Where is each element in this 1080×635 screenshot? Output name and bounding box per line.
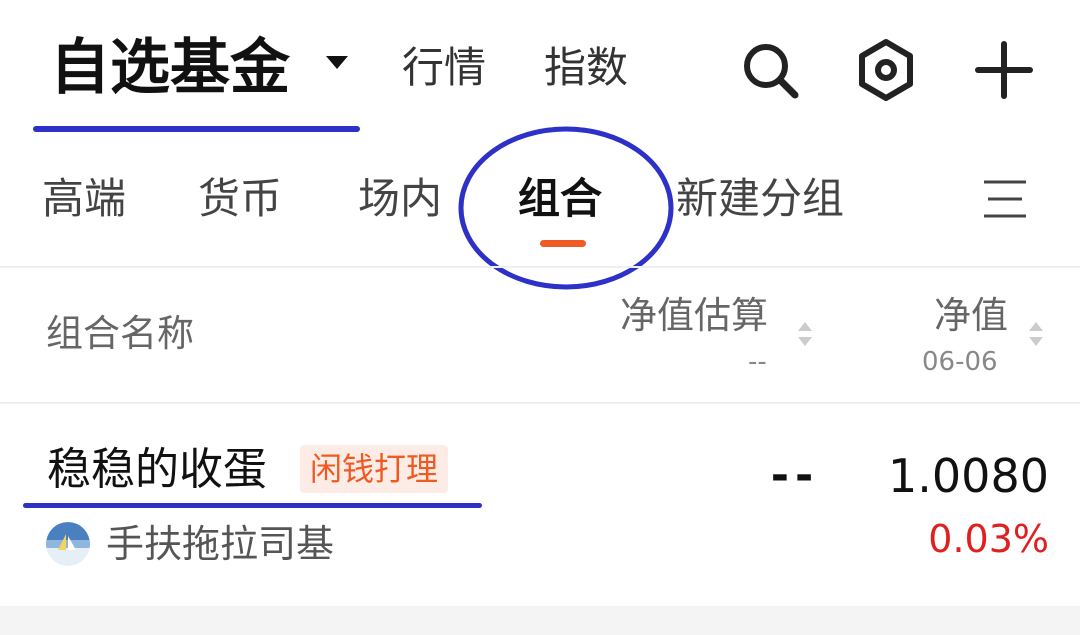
nav-link-market[interactable]: 行情	[402, 40, 486, 96]
dropdown-caret-icon[interactable]	[326, 56, 348, 69]
menu-lines-icon[interactable]	[982, 178, 1028, 220]
manager-avatar[interactable]	[46, 522, 90, 566]
nav-link-index[interactable]: 指数	[544, 40, 628, 96]
estimate-value: --	[770, 450, 820, 501]
annotation-underline	[23, 503, 482, 508]
column-header-name: 组合名称	[46, 312, 194, 355]
portfolio-tag: 闲钱打理	[300, 445, 449, 493]
portfolio-name[interactable]: 稳稳的收蛋	[47, 440, 267, 500]
tab-money[interactable]: 货币	[198, 170, 282, 228]
divider	[0, 266, 1080, 268]
nav-date: 06-06	[922, 347, 998, 377]
footer-band	[0, 606, 1080, 635]
divider	[0, 402, 1080, 404]
nav-value: 1.0080	[888, 449, 1049, 503]
sort-icon[interactable]	[796, 320, 814, 348]
plus-icon[interactable]	[972, 38, 1036, 102]
change-percent: 0.03%	[928, 517, 1049, 561]
column-header-nav[interactable]: 净值	[934, 292, 1008, 340]
manager-name[interactable]: 手扶拖拉司基	[106, 518, 334, 570]
hexagon-settings-icon[interactable]	[854, 38, 918, 102]
tab-new-group[interactable]: 新建分组	[676, 170, 844, 228]
search-icon[interactable]	[738, 38, 802, 102]
column-header-estimate[interactable]: 净值估算	[620, 292, 768, 340]
annotation-underline	[33, 126, 360, 132]
page-title[interactable]: 自选基金	[50, 30, 290, 106]
tab-exchange[interactable]: 场内	[358, 170, 442, 228]
estimate-date: --	[748, 347, 767, 377]
sort-icon[interactable]	[1027, 320, 1045, 348]
tab-high-end[interactable]: 高端	[42, 170, 126, 228]
